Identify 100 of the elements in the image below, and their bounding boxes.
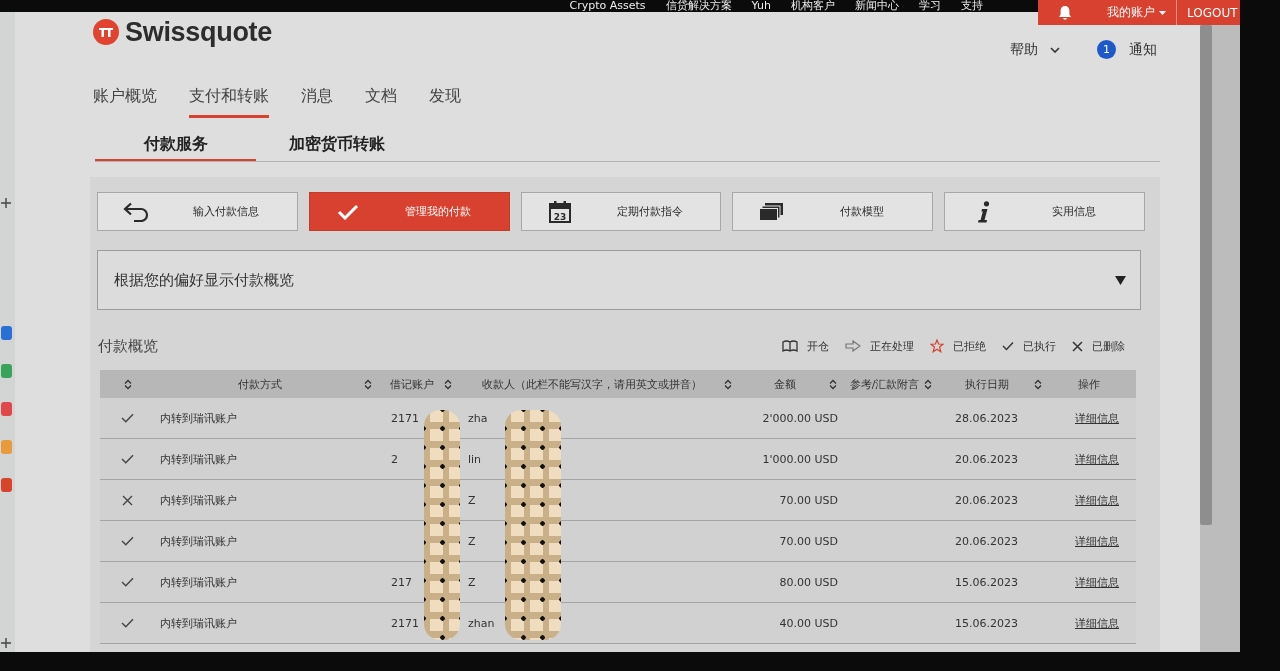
details-link[interactable]: 详细信息 — [1075, 574, 1119, 590]
stacked-pages-icon — [759, 202, 784, 221]
logo-text[interactable]: Swissquote — [125, 18, 273, 46]
payment-method: 内转到瑞讯账户 — [160, 574, 237, 590]
column-header: 操作 — [1077, 376, 1101, 392]
amount: 80.00 USD — [779, 575, 838, 589]
amount: 40.00 USD — [779, 616, 838, 630]
payee-name: Z — [468, 575, 476, 589]
action-button[interactable]: 付款模型 — [732, 192, 934, 231]
main-tab[interactable]: 账户概览 — [93, 78, 157, 118]
logo-icon — [93, 19, 119, 45]
execution-date: 20.06.2023 — [955, 493, 1018, 507]
payee-name: zhan — [468, 616, 495, 630]
amount: 70.00 USD — [779, 493, 838, 507]
action-button[interactable]: 23 定期付款指令 — [520, 192, 722, 231]
sub-tab[interactable]: 加密货币转账 — [256, 130, 417, 161]
action-button[interactable]: 输入付款信息 — [97, 192, 298, 231]
legend-label: 已执行 — [1023, 338, 1056, 354]
caret-icon — [1159, 10, 1166, 15]
main-tab[interactable]: 支付和转账 — [189, 78, 269, 118]
notification-badge: 1 — [1097, 40, 1116, 59]
star-icon — [930, 339, 944, 353]
payment-method: 内转到瑞讯账户 — [160, 492, 237, 508]
top-nav-link[interactable]: Yuh — [751, 0, 771, 12]
column-header: 参考/汇款附言 — [848, 376, 921, 392]
legend-label: 开仓 — [807, 338, 829, 354]
main-tab[interactable]: 消息 — [301, 78, 333, 118]
account-number: 2 — [391, 452, 398, 466]
column-header: 借记账户 — [389, 376, 435, 392]
action-button[interactable]: 实用信息 — [944, 192, 1145, 231]
account-number: 2171 — [391, 411, 419, 425]
top-nav-link[interactable]: Crypto Assets — [569, 0, 646, 12]
column-header: 收款人（此栏不能写汉字，请用英文或拼音） — [481, 376, 703, 392]
sort-icon[interactable] — [924, 378, 932, 390]
arrow-right-icon — [845, 340, 861, 352]
bell-icon[interactable] — [1058, 5, 1072, 20]
plus-icon[interactable] — [1, 198, 11, 208]
app-icon[interactable] — [1, 478, 12, 492]
details-link[interactable]: 详细信息 — [1075, 451, 1119, 467]
sort-icon[interactable] — [829, 378, 837, 390]
amount: 1'000.00 USD — [762, 452, 838, 466]
caret-down-icon — [1115, 275, 1126, 285]
legend-label: 已拒绝 — [953, 338, 986, 354]
execution-date: 20.06.2023 — [955, 534, 1018, 548]
payment-method: 内转到瑞讯账户 — [160, 410, 237, 426]
account-number: 217 — [391, 575, 412, 589]
sort-icon[interactable] — [444, 378, 452, 390]
payee-name: lin — [468, 452, 482, 466]
account-number: 2171 — [391, 616, 419, 630]
top-nav-link[interactable]: 学习 — [919, 0, 941, 12]
legend-label: 已删除 — [1092, 338, 1125, 354]
payee-name: Z — [468, 534, 476, 548]
plus-icon[interactable] — [1, 638, 11, 648]
sort-icon[interactable] — [123, 378, 132, 390]
column-header: 金额 — [772, 376, 797, 392]
payment-method: 内转到瑞讯账户 — [160, 615, 237, 631]
sub-tab[interactable]: 付款服务 — [95, 130, 256, 161]
app-icon[interactable] — [1, 326, 12, 340]
execution-date: 15.06.2023 — [955, 616, 1018, 630]
sort-icon[interactable] — [1034, 378, 1042, 390]
return-arrow-icon — [123, 201, 149, 222]
details-link[interactable]: 详细信息 — [1075, 492, 1119, 508]
main-tab[interactable]: 文档 — [365, 78, 397, 118]
payment-method: 内转到瑞讯账户 — [160, 451, 237, 467]
execution-date: 20.06.2023 — [955, 452, 1018, 466]
payee-name: zha — [468, 411, 488, 425]
sort-icon[interactable] — [724, 378, 732, 390]
details-link[interactable]: 详细信息 — [1075, 533, 1119, 549]
top-nav-link[interactable]: 支持 — [961, 0, 983, 12]
top-nav-link[interactable]: 机构客户 — [791, 0, 835, 12]
payee-name: Z — [468, 493, 476, 507]
column-header: 执行日期 — [964, 376, 1010, 392]
execution-date: 28.06.2023 — [955, 411, 1018, 425]
amount: 2'000.00 USD — [762, 411, 838, 425]
check-icon — [1002, 341, 1014, 351]
top-nav-link[interactable]: 信贷解决方案 — [665, 0, 732, 12]
chevron-down-icon — [1050, 46, 1060, 53]
details-link[interactable]: 详细信息 — [1075, 615, 1119, 631]
close-icon — [1072, 340, 1083, 352]
check-icon — [336, 203, 359, 220]
amount: 70.00 USD — [779, 534, 838, 548]
info-icon — [976, 200, 990, 223]
execution-date: 15.06.2023 — [955, 575, 1018, 589]
book-icon — [782, 340, 798, 352]
help-menu[interactable]: 帮助 — [1010, 40, 1060, 59]
sort-icon[interactable] — [364, 378, 372, 390]
legend-label: 正在处理 — [870, 338, 914, 354]
logout-button[interactable]: LOGOUT — [1187, 5, 1238, 20]
scrollbar-thumb[interactable] — [1200, 25, 1212, 525]
column-header: 付款方式 — [236, 376, 283, 392]
main-tab[interactable]: 发现 — [429, 78, 461, 118]
payment-method: 内转到瑞讯账户 — [160, 533, 237, 549]
details-link[interactable]: 详细信息 — [1075, 410, 1119, 426]
notifications-link[interactable]: 通知 — [1129, 40, 1157, 59]
section-title: 付款概览 — [98, 336, 158, 356]
payment-filter-dropdown[interactable]: 根据您的偏好显示付款概览 — [97, 250, 1141, 310]
account-menu[interactable]: 我的账户 — [1107, 4, 1166, 21]
action-button[interactable]: 管理我的付款 — [308, 192, 510, 231]
calendar-icon: 23 — [548, 200, 571, 223]
top-nav-link[interactable]: 新闻中心 — [855, 0, 899, 12]
